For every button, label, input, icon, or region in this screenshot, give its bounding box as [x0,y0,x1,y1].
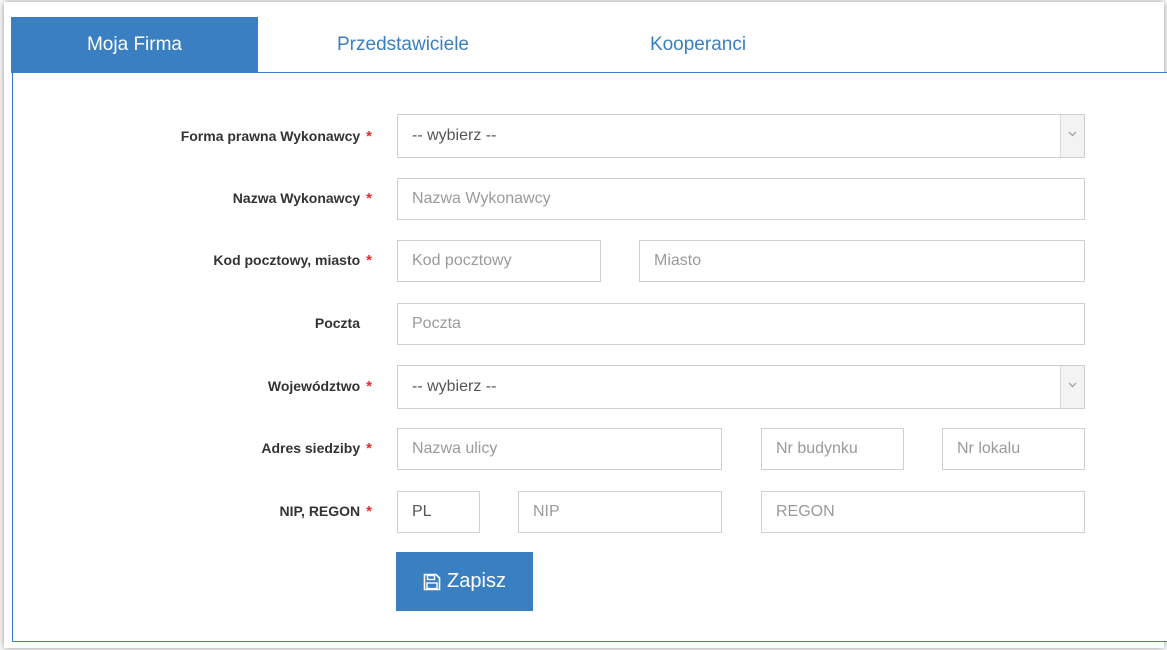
save-button-label: Zapisz [447,570,506,592]
save-button[interactable]: Zapisz [396,552,533,611]
regon-input[interactable] [761,491,1085,533]
nazwa-ulicy-input[interactable] [397,428,722,470]
forma-prawna-label: Forma prawna Wykonawcy * [180,128,372,145]
wojewodztwo-row: Województwo * [0,366,372,408]
nip-regon-row: NIP, REGON * [0,491,373,533]
required-mark: * [366,503,372,520]
adres-label: Adres siedziby * [261,440,372,457]
poczta-row: Poczta [0,303,372,345]
forma-prawna-row: Forma prawna Wykonawcy * [0,116,372,158]
tab-bar: Moja Firma Przedstawiciele Kooperanci [11,17,1167,73]
wojewodztwo-select[interactable]: -- wybierz -- [397,365,1085,409]
tab-kooperanci[interactable]: Kooperanci [548,17,848,73]
nazwa-row: Nazwa Wykonawcy * [0,178,372,220]
tab-moja-firma[interactable]: Moja Firma [11,17,258,73]
kod-miasto-row: Kod pocztowy, miasto * [0,240,372,282]
nr-lokalu-input[interactable] [942,428,1085,470]
nazwa-wykonawcy-input[interactable] [397,178,1085,220]
forma-prawna-selected: -- wybierz -- [412,127,497,144]
floppy-disk-icon [423,573,441,591]
nip-prefix-input[interactable] [397,491,480,533]
kod-miasto-label: Kod pocztowy, miasto * [213,252,372,269]
poczta-label: Poczta [314,315,360,331]
poczta-input[interactable] [397,303,1085,345]
miasto-input[interactable] [639,240,1085,282]
required-mark: * [366,252,372,269]
nip-regon-label: NIP, REGON * [279,503,373,520]
required-mark: * [366,378,372,395]
chevron-down-icon[interactable] [1060,115,1084,157]
required-mark: * [366,440,372,457]
wojewodztwo-selected: -- wybierz -- [412,378,497,395]
nip-input[interactable] [518,491,722,533]
tab-przedstawiciele[interactable]: Przedstawiciele [258,17,548,73]
required-mark: * [366,128,372,145]
adres-row: Adres siedziby * [0,428,372,470]
nr-budynku-input[interactable] [761,428,904,470]
kod-pocztowy-input[interactable] [397,240,601,282]
chevron-down-icon[interactable] [1060,366,1084,408]
required-mark: * [366,190,372,207]
wojewodztwo-label: Województwo * [267,378,372,395]
forma-prawna-select[interactable]: -- wybierz -- [397,114,1085,158]
nazwa-label: Nazwa Wykonawcy * [232,190,372,207]
